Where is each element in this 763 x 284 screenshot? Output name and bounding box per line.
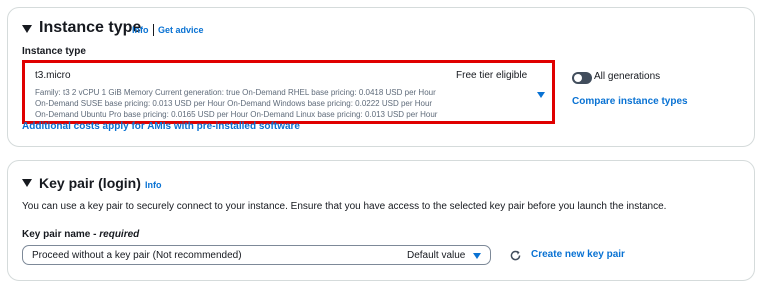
key-pair-description: You can use a key pair to securely conne… — [22, 201, 667, 212]
instance-type-select[interactable]: t3.micro Free tier eligible Family: t3 2… — [22, 60, 555, 124]
collapse-caret-icon[interactable] — [22, 25, 32, 33]
default-value-tag: Default value — [407, 250, 466, 261]
create-new-key-pair-link[interactable]: Create new key pair — [531, 249, 625, 260]
collapse-caret-icon[interactable] — [22, 179, 32, 187]
instance-details-line-1: Family: t3 2 vCPU 1 GiB Memory Current g… — [35, 88, 436, 97]
get-advice-link[interactable]: Get advice — [158, 25, 204, 35]
instance-details-line-3: On-Demand Ubuntu Pro base pricing: 0.016… — [35, 110, 438, 119]
toggle-knob — [574, 74, 582, 82]
additional-costs-link[interactable]: Additional costs apply for AMIs with pre… — [22, 121, 300, 132]
refresh-icon[interactable] — [509, 249, 522, 262]
key-pair-field-label: Key pair name - required — [22, 229, 139, 240]
key-pair-select[interactable]: Proceed without a key pair (Not recommen… — [22, 245, 491, 265]
instance-type-panel: Instance type Info Get advice Instance t… — [7, 7, 755, 147]
dropdown-arrow-icon — [473, 253, 481, 259]
all-generations-label: All generations — [594, 71, 661, 82]
link-separator — [153, 24, 154, 36]
selected-instance-name: t3.micro — [35, 70, 71, 81]
compare-instance-types-link[interactable]: Compare instance types — [572, 96, 688, 107]
instance-type-heading: Instance type — [39, 19, 142, 36]
instance-type-field-label: Instance type — [22, 46, 86, 57]
dropdown-arrow-icon[interactable] — [537, 92, 545, 98]
instance-details-line-2: On-Demand SUSE base pricing: 0.013 USD p… — [35, 99, 433, 108]
required-tag: required — [99, 229, 140, 240]
key-pair-field-label-text: Key pair name - — [22, 229, 100, 240]
info-link[interactable]: Info — [145, 180, 162, 190]
info-link[interactable]: Info — [132, 25, 149, 35]
key-pair-heading: Key pair (login) — [39, 175, 141, 191]
all-generations-toggle[interactable] — [572, 72, 592, 84]
key-pair-panel: Key pair (login) Info You can use a key … — [7, 160, 755, 281]
key-pair-selected-value: Proceed without a key pair (Not recommen… — [32, 250, 242, 261]
free-tier-badge: Free tier eligible — [456, 70, 528, 81]
